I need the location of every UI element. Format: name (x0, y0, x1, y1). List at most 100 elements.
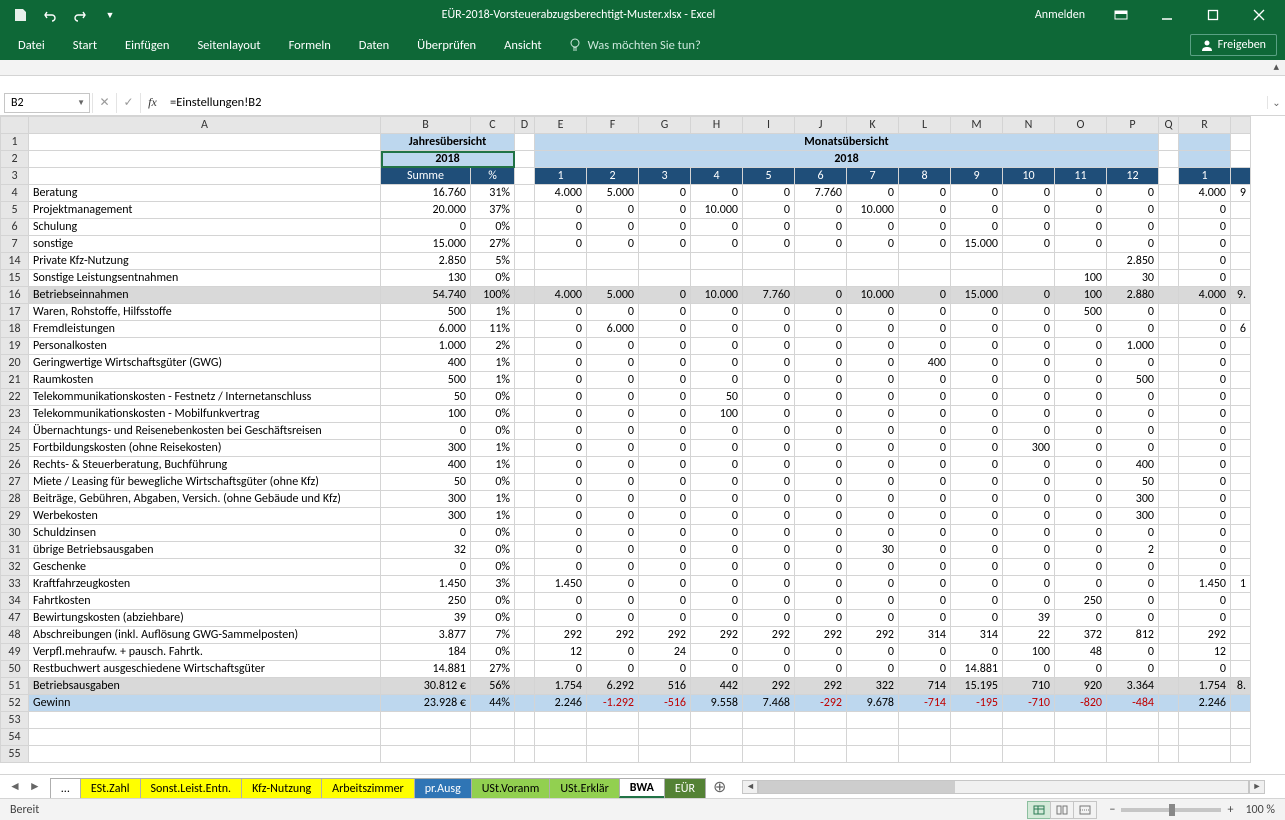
row-label[interactable]: Betriebseinnahmen (29, 287, 381, 304)
cell[interactable]: 0 (691, 491, 743, 508)
cell[interactable]: 0 (587, 542, 639, 559)
formula-input[interactable] (164, 93, 1267, 113)
cell[interactable]: 0 (535, 457, 587, 474)
cell[interactable] (1159, 661, 1179, 678)
cell[interactable]: 0 (1003, 406, 1055, 423)
cell[interactable]: 2.246 (1179, 695, 1231, 712)
cell[interactable]: 314 (899, 627, 951, 644)
cell[interactable]: 2.880 (1107, 287, 1159, 304)
cell[interactable] (1159, 270, 1179, 287)
cell[interactable] (1159, 474, 1179, 491)
cell[interactable] (1159, 321, 1179, 338)
row-header[interactable]: 29 (1, 508, 29, 525)
row-header[interactable]: 23 (1, 406, 29, 423)
cell[interactable]: 0 (1179, 661, 1231, 678)
view-page-break-icon[interactable] (1073, 801, 1097, 819)
cell[interactable]: 0 (847, 644, 899, 661)
cell[interactable]: 0 (639, 593, 691, 610)
cell-sum[interactable]: 300 (381, 440, 471, 457)
cell[interactable]: 0 (795, 236, 847, 253)
cell[interactable]: 0 (951, 508, 1003, 525)
row-label[interactable]: Übernachtungs- und Reisenebenkosten bei … (29, 423, 381, 440)
row-header[interactable]: 7 (1, 236, 29, 253)
cell[interactable]: 400 (1107, 457, 1159, 474)
row-label[interactable]: Telekommunikationskosten - Mobilfunkvert… (29, 406, 381, 423)
cell[interactable]: 0 (847, 474, 899, 491)
col-header-[interactable] (1231, 117, 1251, 134)
cell[interactable] (1159, 389, 1179, 406)
cell[interactable]: 0 (639, 355, 691, 372)
cell[interactable] (899, 729, 951, 746)
cell[interactable]: 0 (1179, 389, 1231, 406)
cell-sum[interactable]: 100 (381, 406, 471, 423)
row-label[interactable]: Verpfl.mehraufw. + pausch. Fahrtk. (29, 644, 381, 661)
cell[interactable] (381, 729, 471, 746)
cell[interactable] (899, 746, 951, 763)
cell[interactable]: 0 (691, 236, 743, 253)
cell[interactable]: 0 (587, 406, 639, 423)
row-label[interactable]: Fremdleistungen (29, 321, 381, 338)
cell[interactable] (1231, 627, 1251, 644)
cell[interactable]: 100 (1055, 270, 1107, 287)
col-header-M[interactable]: M (951, 117, 1003, 134)
cell[interactable]: 0 (1055, 372, 1107, 389)
cell[interactable] (1231, 559, 1251, 576)
cell[interactable]: 0 (1107, 559, 1159, 576)
cell[interactable]: 0 (743, 423, 795, 440)
cell[interactable]: 0 (743, 576, 795, 593)
cell[interactable] (1159, 406, 1179, 423)
cell-sum[interactable]: 400 (381, 355, 471, 372)
cell[interactable]: 5.000 (587, 185, 639, 202)
cell[interactable] (381, 746, 471, 763)
cell-pct[interactable]: 2% (471, 338, 515, 355)
cell[interactable]: 292 (1179, 627, 1231, 644)
cell[interactable] (1159, 185, 1179, 202)
ribbon-tab-seitenlayout[interactable]: Seitenlayout (183, 30, 274, 60)
cell[interactable]: 0 (691, 610, 743, 627)
cell[interactable] (587, 712, 639, 729)
cell[interactable]: 10.000 (691, 287, 743, 304)
cell[interactable]: 15.000 (951, 287, 1003, 304)
cell[interactable] (515, 372, 535, 389)
cell[interactable]: 0 (1055, 355, 1107, 372)
cell-pct[interactable]: 11% (471, 321, 515, 338)
cell[interactable]: 0 (795, 287, 847, 304)
cell[interactable]: 0 (743, 185, 795, 202)
cell[interactable]: 0 (899, 202, 951, 219)
cell[interactable]: 0 (691, 559, 743, 576)
row-header[interactable]: 21 (1, 372, 29, 389)
cell[interactable]: 0 (899, 593, 951, 610)
cell[interactable]: 0 (795, 321, 847, 338)
row-label[interactable]: Geringwertige Wirtschaftsgüter (GWG) (29, 355, 381, 372)
ribbon-options-icon[interactable] (1099, 0, 1143, 30)
cell[interactable] (795, 712, 847, 729)
cell[interactable]: 2.246 (535, 695, 587, 712)
cell[interactable] (1003, 729, 1055, 746)
cell[interactable]: 0 (899, 457, 951, 474)
cell[interactable]: 0 (535, 423, 587, 440)
cell[interactable] (535, 253, 587, 270)
row-header[interactable]: 3 (1, 168, 29, 185)
cell[interactable] (1231, 389, 1251, 406)
cell[interactable]: 0 (847, 338, 899, 355)
col-month-11[interactable]: 11 (1055, 168, 1107, 185)
cell[interactable] (1159, 423, 1179, 440)
cell[interactable]: 0 (691, 219, 743, 236)
cell[interactable]: 0 (847, 406, 899, 423)
cell[interactable]: 0 (951, 542, 1003, 559)
cell-pct[interactable]: 44% (471, 695, 515, 712)
cell[interactable]: 0 (1107, 355, 1159, 372)
cell[interactable]: 0 (847, 457, 899, 474)
cell[interactable]: 0 (639, 321, 691, 338)
cell[interactable] (1231, 253, 1251, 270)
cell[interactable] (515, 423, 535, 440)
cell[interactable] (743, 253, 795, 270)
cell[interactable]: 0 (743, 372, 795, 389)
cell[interactable]: 0 (899, 372, 951, 389)
cell[interactable] (515, 134, 535, 151)
col-month-7[interactable]: 7 (847, 168, 899, 185)
row-header[interactable]: 51 (1, 678, 29, 695)
cell[interactable]: 0 (1003, 559, 1055, 576)
col-header-A[interactable]: A (29, 117, 381, 134)
cell[interactable]: 0 (1055, 508, 1107, 525)
